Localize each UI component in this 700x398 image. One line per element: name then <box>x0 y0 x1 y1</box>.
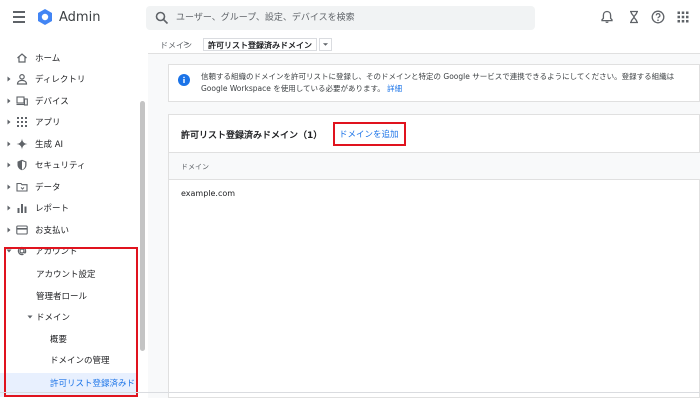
sidebar-item-label: アカウント <box>35 247 78 257</box>
sidebar-subitem-label: 概要 <box>50 335 68 345</box>
bar-chart-icon <box>17 204 27 213</box>
folder-icon <box>16 182 28 192</box>
sidebar-item-reports[interactable]: レポート <box>0 197 140 219</box>
table-row[interactable]: example.com <box>169 180 700 206</box>
sidebar-subitem-label: ドメインの管理 <box>50 356 110 366</box>
chevron-right-icon <box>7 98 11 104</box>
person-icon <box>16 73 28 85</box>
sparkle-icon <box>16 138 28 150</box>
sidebar-item-manage-domains[interactable]: ドメインの管理 <box>0 349 140 371</box>
chevron-down-icon <box>6 249 12 253</box>
breadcrumb-dropdown-button[interactable] <box>319 38 332 51</box>
sidebar-item-label: デバイス <box>35 97 69 107</box>
sidebar-item-allowlisted-domains[interactable]: 許可リスト登録済みドメイン <box>0 373 140 393</box>
search-input[interactable] <box>176 11 516 25</box>
home-icon <box>17 53 27 63</box>
sidebar-item-label: お支払い <box>35 226 70 236</box>
chevron-right-icon <box>7 162 11 168</box>
sidebar-item-overview[interactable]: 概要 <box>0 328 140 350</box>
chevron-down-icon <box>27 315 33 319</box>
sidebar-item-apps[interactable]: アプリ <box>0 111 140 133</box>
sidebar-item-generative-ai[interactable]: 生成 AI <box>0 133 140 155</box>
admin-logo-icon <box>38 9 52 25</box>
list-title: 許可リスト登録済みドメイン（1） <box>181 131 323 141</box>
info-text: 信頼する組織のドメインを許可リストに登録し、そのドメインと特定の Google … <box>201 71 696 95</box>
apps-grid-icon[interactable] <box>676 10 690 24</box>
sidebar-subitem-label: ドメイン <box>36 313 71 323</box>
app-title: Admin <box>59 10 101 25</box>
sidebar-item-label: レポート <box>35 204 70 214</box>
chevron-right-icon <box>7 205 11 211</box>
sidebar-item-devices[interactable]: デバイス <box>0 90 140 112</box>
sidebar-subitem-label: 許可リスト登録済みドメイン <box>50 379 135 389</box>
sidebar-item-label: データ <box>35 183 61 193</box>
learn-more-link[interactable]: 詳細 <box>387 84 402 93</box>
help-icon[interactable] <box>651 10 665 24</box>
breadcrumb: ドメイン > 許可リスト登録済みドメイン <box>148 36 700 54</box>
sidebar-item-label: アプリ <box>35 118 61 128</box>
info-icon <box>178 74 190 86</box>
allowlisted-domains-card: 許可リスト登録済みドメイン（1） ドメインを追加 ドメイン example.co… <box>168 114 700 398</box>
devices-icon <box>16 96 28 106</box>
chevron-right-icon <box>7 141 11 147</box>
sidebar-subitem-label: アカウント設定 <box>36 270 96 280</box>
chevron-right-icon <box>7 119 11 125</box>
breadcrumb-separator: > <box>183 39 190 48</box>
sidebar-item-account-settings[interactable]: アカウント設定 <box>0 263 140 285</box>
table-header: ドメイン <box>169 152 700 180</box>
bell-icon[interactable] <box>600 10 614 24</box>
search-icon <box>155 11 169 25</box>
sidebar: ホーム ディレクトリ デバイス アプリ 生成 AI セキュリティ データ レポー… <box>0 36 148 398</box>
shield-icon <box>17 159 27 171</box>
sidebar-scrollbar[interactable] <box>140 101 145 351</box>
at-icon <box>17 246 27 256</box>
breadcrumb-current: 許可リスト登録済みドメイン <box>203 38 317 51</box>
sidebar-item-home[interactable]: ホーム <box>0 47 140 69</box>
sidebar-item-security[interactable]: セキュリティ <box>0 154 140 176</box>
main-content: 信頼する組織のドメインを許可リストに登録し、そのドメインと特定の Google … <box>148 54 700 398</box>
sidebar-subitem-label: 管理者ロール <box>36 292 88 302</box>
add-domain-button[interactable]: ドメインを追加 <box>336 125 402 143</box>
sidebar-item-label: セキュリティ <box>35 161 86 171</box>
chevron-right-icon <box>7 76 11 82</box>
sidebar-item-data[interactable]: データ <box>0 176 140 198</box>
chevron-right-icon <box>7 227 11 233</box>
info-banner: 信頼する組織のドメインを許可リストに登録し、そのドメインと特定の Google … <box>168 64 700 102</box>
credit-card-icon <box>16 225 28 235</box>
info-message: 信頼する組織のドメインを許可リストに登録し、そのドメインと特定の Google … <box>201 72 675 93</box>
column-header-domain[interactable]: ドメイン <box>181 162 209 172</box>
sidebar-item-account[interactable]: アカウント <box>0 240 140 262</box>
domain-cell: example.com <box>181 189 236 198</box>
sidebar-item-label: ディレクトリ <box>35 75 86 85</box>
hourglass-icon[interactable] <box>627 10 641 24</box>
chevron-down-icon <box>322 43 329 46</box>
sidebar-item-domains[interactable]: ドメイン <box>0 306 140 328</box>
divider <box>0 392 700 393</box>
top-bar: Admin <box>0 0 700 36</box>
search-bar[interactable] <box>146 6 535 30</box>
menu-icon[interactable] <box>12 11 26 25</box>
sidebar-item-label: 生成 AI <box>35 140 64 150</box>
chevron-right-icon <box>7 184 11 190</box>
sidebar-item-label: ホーム <box>35 54 61 64</box>
apps-icon <box>17 117 27 127</box>
sidebar-item-billing[interactable]: お支払い <box>0 219 140 241</box>
sidebar-item-admin-roles[interactable]: 管理者ロール <box>0 285 140 307</box>
sidebar-item-directory[interactable]: ディレクトリ <box>0 68 140 90</box>
